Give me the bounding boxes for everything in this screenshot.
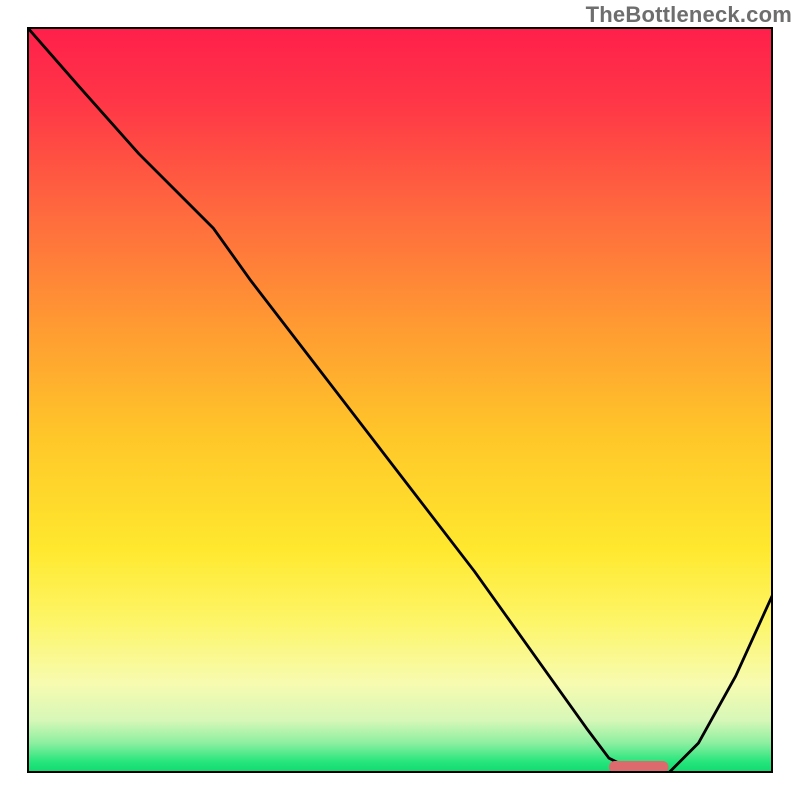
chart-frame: TheBottleneck.com — [0, 0, 800, 800]
optimal-marker — [609, 761, 669, 773]
heat-background — [27, 27, 773, 773]
watermark-text: TheBottleneck.com — [586, 2, 792, 28]
plot-area — [27, 27, 773, 773]
plot-svg — [27, 27, 773, 773]
